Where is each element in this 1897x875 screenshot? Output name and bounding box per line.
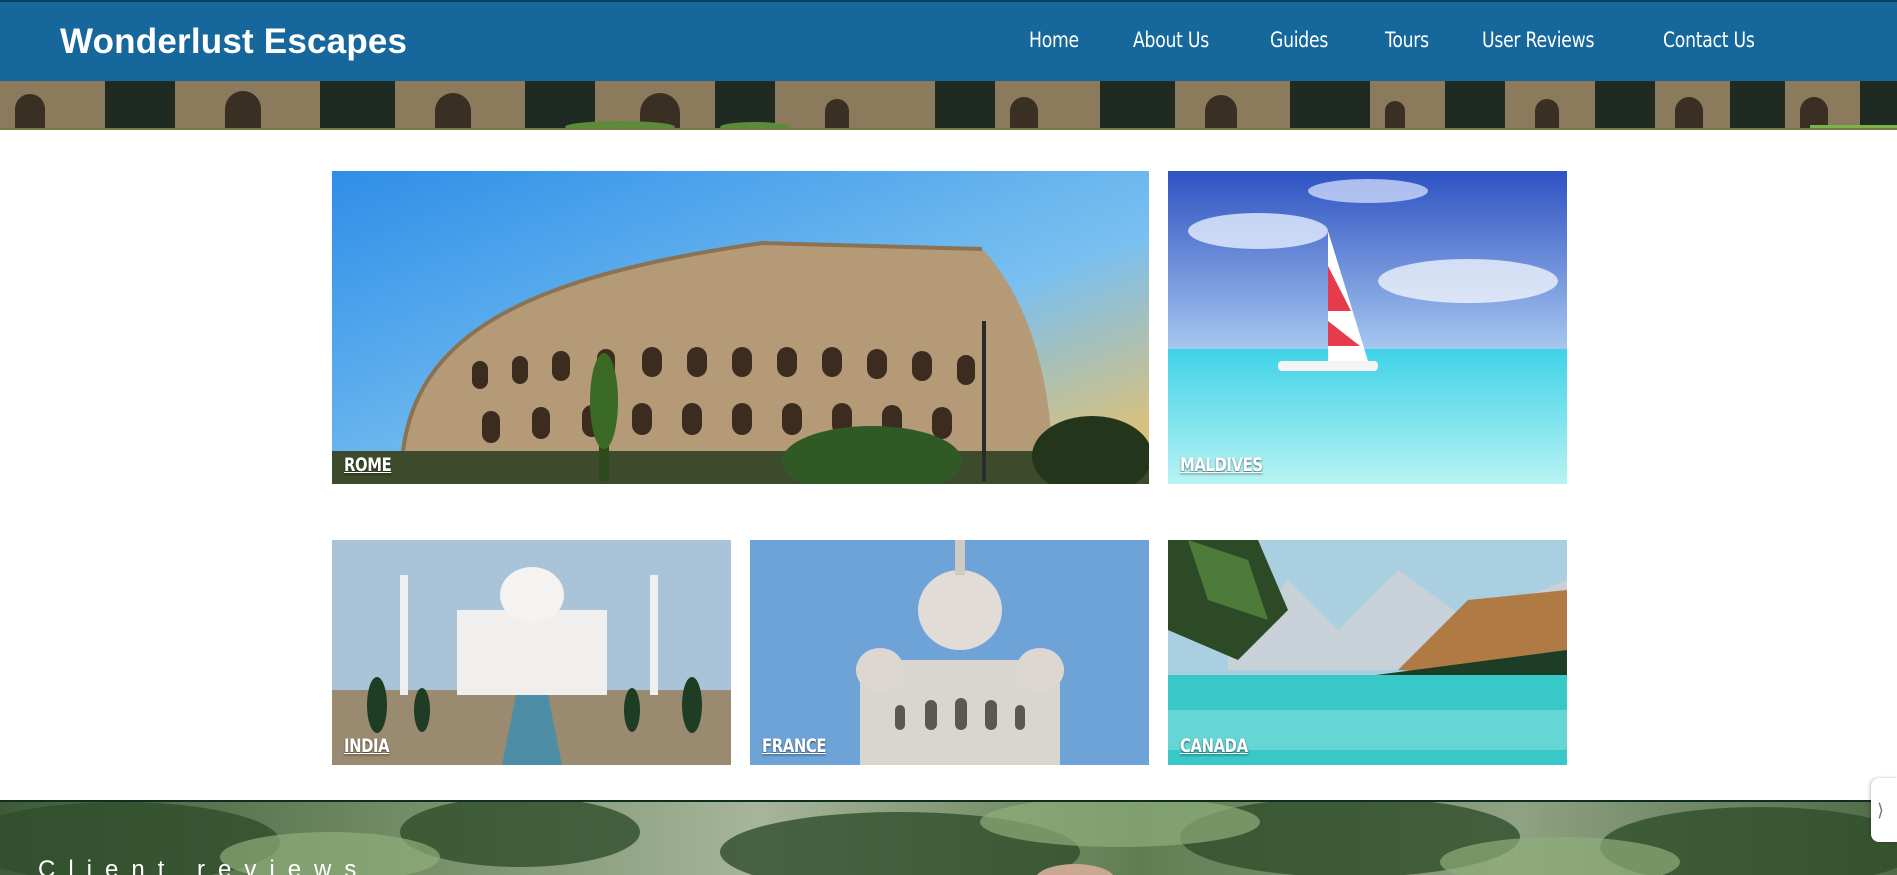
destination-label: MALDIVES <box>1180 454 1263 476</box>
rome-colosseum-image <box>332 171 1149 484</box>
side-panel-toggle[interactable]: ⟩ <box>1871 778 1897 842</box>
main-nav: Home About Us Guides Tours User Reviews … <box>985 28 1775 52</box>
destination-label: CANADA <box>1180 735 1248 757</box>
nav-contact-us[interactable]: Contact Us <box>1663 28 1755 52</box>
nav-user-reviews[interactable]: User Reviews <box>1482 28 1594 52</box>
nav-about-us[interactable]: About Us <box>1133 28 1209 52</box>
destination-tile-india[interactable]: INDIA <box>332 540 731 765</box>
destination-label: INDIA <box>344 735 390 757</box>
destination-label: FRANCE <box>762 735 827 757</box>
stone-arches-illustration <box>0 81 1897 128</box>
destination-tile-canada[interactable]: CANADA <box>1168 540 1567 765</box>
nav-guides[interactable]: Guides <box>1270 28 1328 52</box>
destination-tile-maldives[interactable]: MALDIVES <box>1168 171 1567 484</box>
destination-tile-rome[interactable]: ROME <box>332 171 1149 484</box>
canada-lake-image <box>1168 540 1567 765</box>
destination-label: ROME <box>344 454 392 476</box>
hero-banner-image <box>0 81 1897 130</box>
client-reviews-section: Client reviews <box>0 800 1897 875</box>
nav-home[interactable]: Home <box>1029 28 1079 52</box>
reviews-title: Client reviews <box>38 856 370 875</box>
maldives-sailboat-image <box>1168 171 1567 484</box>
nav-tours[interactable]: Tours <box>1385 28 1429 52</box>
top-navigation-bar: Wonderlust Escapes Home About Us Guides … <box>0 0 1897 81</box>
india-taj-mahal-image <box>332 540 731 765</box>
expand-icon: ⟩ <box>1877 800 1885 821</box>
destination-tile-france[interactable]: FRANCE <box>750 540 1149 765</box>
france-sacre-coeur-image <box>750 540 1149 765</box>
site-brand[interactable]: Wonderlust Escapes <box>60 22 407 62</box>
